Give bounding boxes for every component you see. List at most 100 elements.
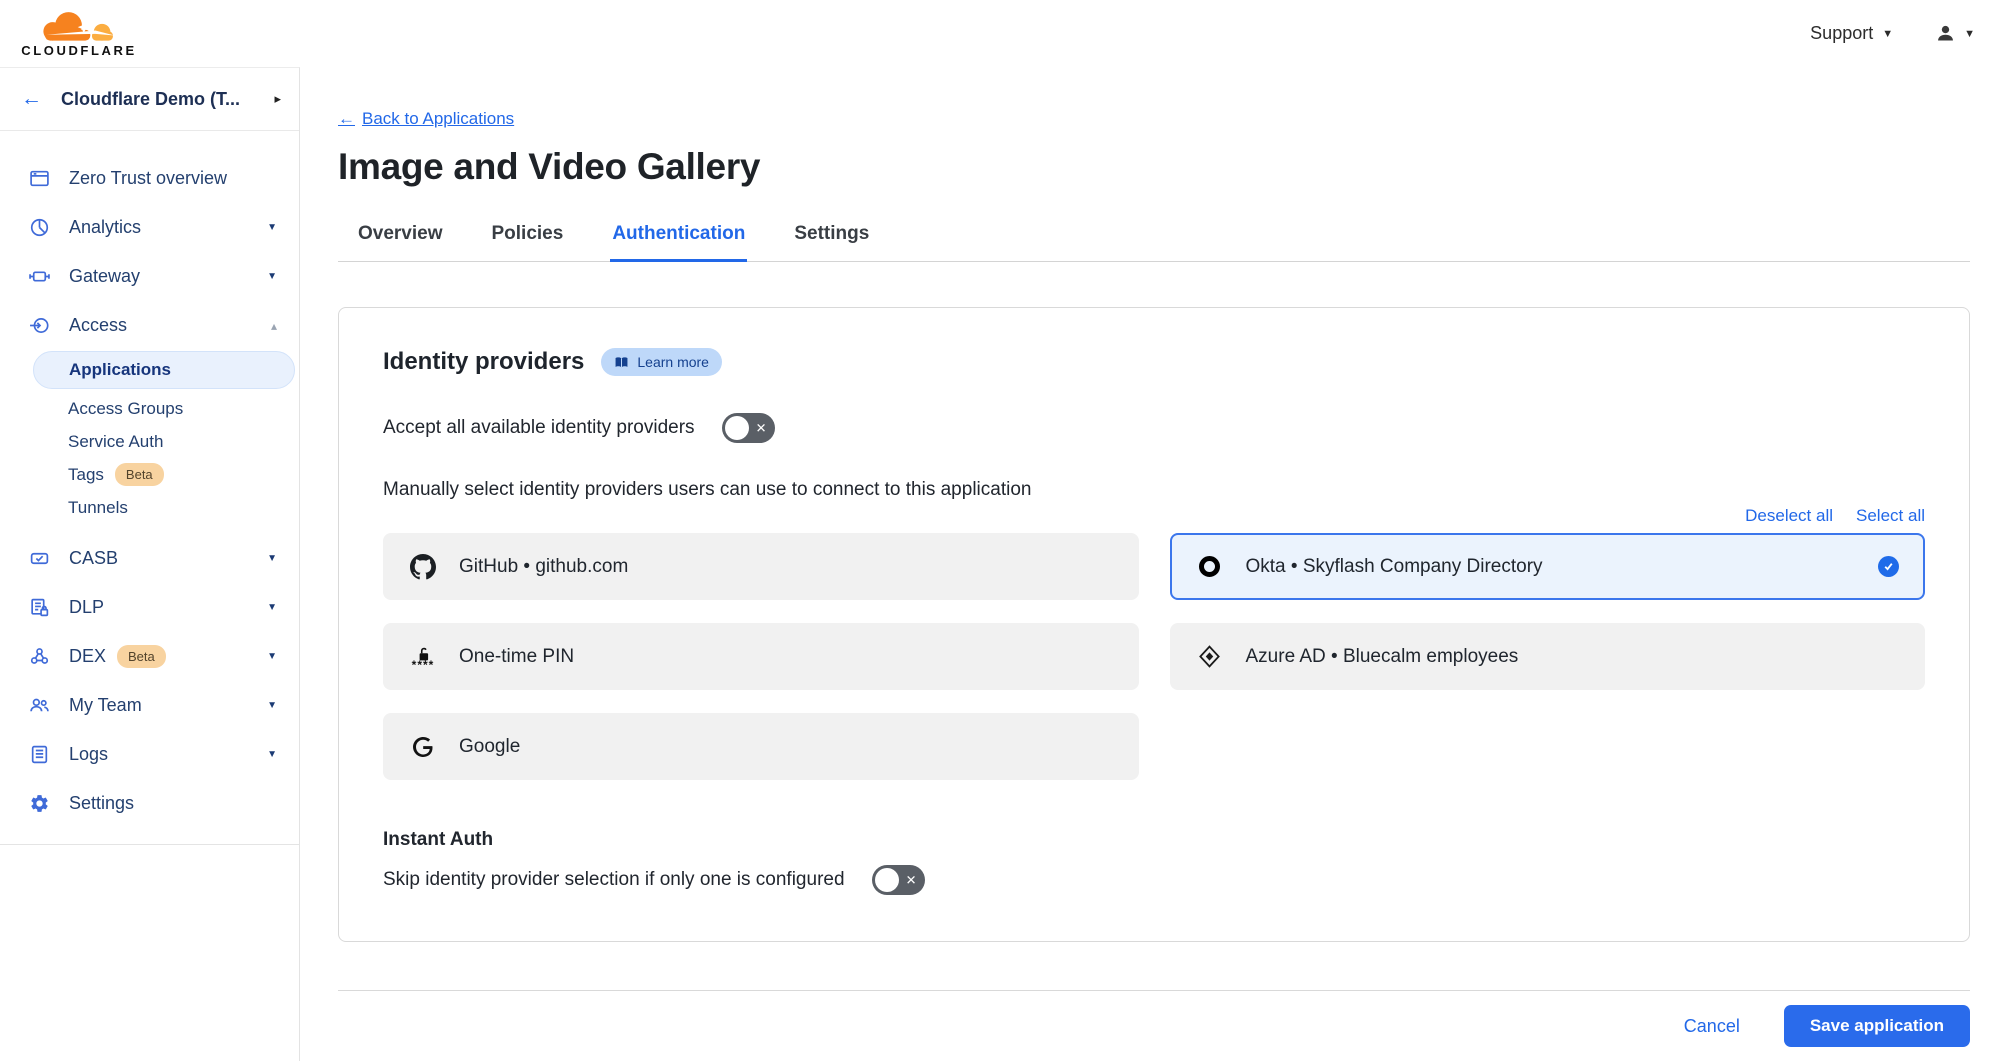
user-menu[interactable]: ▼ (1935, 23, 1975, 44)
select-all-link[interactable]: Select all (1856, 506, 1925, 526)
sidebar-item-label: Applications (69, 351, 171, 389)
sidebar-item-tags[interactable]: Tags Beta (0, 458, 299, 491)
back-to-applications-link[interactable]: ← Back to Applications (338, 109, 514, 129)
beta-badge: Beta (115, 463, 164, 486)
sidebar-item-label: DLP (69, 597, 267, 618)
tab-policies[interactable]: Policies (490, 215, 566, 262)
selection-links: Deselect all Select all (383, 506, 1925, 526)
tab-settings[interactable]: Settings (792, 215, 871, 262)
sidebar-item-tunnels[interactable]: Tunnels (0, 491, 299, 524)
toggle-knob (875, 868, 899, 892)
back-link-label: Back to Applications (362, 109, 514, 129)
sidebar-item-casb[interactable]: CASB ▼ (0, 534, 299, 583)
identity-providers-card: Identity providers Learn more Accept all… (338, 307, 1970, 942)
toggle-off-x-icon: ✕ (756, 422, 767, 435)
sidebar-item-gateway[interactable]: Gateway ▼ (0, 252, 299, 301)
sidebar-item-settings[interactable]: Settings (0, 779, 299, 828)
provider-tile-github[interactable]: GitHub • github.com (383, 533, 1139, 600)
one-time-pin-icon: **** (409, 646, 437, 668)
instant-auth-row: Skip identity provider selection if only… (383, 865, 1925, 895)
provider-label: Okta • Skyflash Company Directory (1246, 556, 1543, 578)
accept-all-toggle[interactable]: ✕ (722, 413, 775, 443)
support-label: Support (1810, 23, 1873, 44)
topbar: CLOUDFLARE Support ▼ ▼ (0, 0, 1999, 67)
sidebar-item-zero-trust-overview[interactable]: Zero Trust overview (0, 154, 299, 203)
dex-icon (28, 646, 51, 667)
sidebar-item-logs[interactable]: Logs ▼ (0, 730, 299, 779)
okta-icon (1196, 556, 1224, 577)
sidebar-item-label: Access Groups (68, 392, 183, 425)
sidebar-account-header: ← Cloudflare Demo (T... ▸ (0, 68, 299, 131)
sidebar-divider (0, 844, 299, 845)
sidebar-item-label: Gateway (69, 266, 267, 287)
action-footer: Cancel Save application (338, 990, 1970, 1047)
page-title: Image and Video Gallery (338, 146, 1970, 188)
chevron-right-icon[interactable]: ▸ (274, 91, 281, 107)
pin-stars: **** (412, 662, 435, 668)
beta-badge: Beta (117, 645, 166, 668)
sidebar-item-label: Service Auth (68, 425, 163, 458)
sidebar-item-label: CASB (69, 548, 267, 569)
sidebar-item-label: Logs (69, 744, 267, 765)
support-menu[interactable]: Support ▼ (1810, 23, 1893, 44)
sidebar-nav: Zero Trust overview Analytics ▼ Gateway (0, 131, 299, 845)
overview-icon (28, 168, 51, 189)
sidebar-item-my-team[interactable]: My Team ▼ (0, 681, 299, 730)
caret-down-icon: ▼ (267, 602, 277, 613)
deselect-all-link[interactable]: Deselect all (1745, 506, 1833, 526)
cancel-button[interactable]: Cancel (1684, 1016, 1740, 1037)
google-icon (409, 735, 437, 759)
learn-more-label: Learn more (637, 354, 709, 370)
caret-down-icon: ▼ (267, 651, 277, 662)
github-icon (409, 554, 437, 580)
tab-authentication[interactable]: Authentication (610, 215, 747, 262)
sidebar-item-service-auth[interactable]: Service Auth (0, 425, 299, 458)
learn-more-badge[interactable]: Learn more (601, 348, 722, 376)
sidebar-item-label: My Team (69, 695, 267, 716)
toggle-knob (725, 416, 749, 440)
back-arrow-icon[interactable]: ← (21, 87, 42, 111)
caret-down-icon: ▼ (267, 553, 277, 564)
sidebar-item-access[interactable]: Access ▴ (0, 301, 299, 350)
accept-all-row: Accept all available identity providers … (383, 413, 1925, 443)
provider-label: Azure AD • Bluecalm employees (1246, 646, 1519, 668)
caret-down-icon: ▼ (1964, 28, 1975, 40)
sidebar-item-analytics[interactable]: Analytics ▼ (0, 203, 299, 252)
provider-tile-one-time-pin[interactable]: **** One-time PIN (383, 623, 1139, 690)
sidebar-item-text: DEX (69, 646, 106, 667)
provider-tile-okta[interactable]: Okta • Skyflash Company Directory (1170, 533, 1926, 600)
card-heading-row: Identity providers Learn more (383, 348, 1925, 376)
sidebar-item-label: Tunnels (68, 491, 128, 524)
provider-grid: GitHub • github.com Okta • Skyflash Comp… (383, 533, 1925, 780)
sidebar-item-access-groups[interactable]: Access Groups (0, 392, 299, 425)
provider-label: One-time PIN (459, 646, 574, 668)
sidebar-item-applications[interactable]: Applications (33, 351, 295, 389)
caret-down-icon: ▼ (267, 749, 277, 760)
gateway-icon (28, 266, 51, 287)
azure-ad-icon (1196, 644, 1224, 669)
provider-tile-azure-ad[interactable]: Azure AD • Bluecalm employees (1170, 623, 1926, 690)
save-application-button[interactable]: Save application (1784, 1005, 1970, 1047)
sidebar-item-label: DEX Beta (69, 645, 267, 668)
logs-icon (28, 744, 51, 765)
provider-tile-google[interactable]: Google (383, 713, 1139, 780)
access-sub-list: Applications Access Groups Service Auth … (0, 351, 299, 524)
dlp-icon (28, 597, 51, 618)
toggle-off-x-icon: ✕ (906, 874, 917, 887)
back-arrow-icon: ← (338, 109, 355, 129)
account-name[interactable]: Cloudflare Demo (T... (61, 89, 274, 110)
gear-icon (28, 793, 51, 814)
sidebar: ← Cloudflare Demo (T... ▸ Zero Trust ove… (0, 67, 300, 1061)
casb-icon (28, 548, 51, 569)
tab-overview[interactable]: Overview (356, 215, 445, 262)
card-heading: Identity providers (383, 348, 584, 376)
caret-down-icon: ▼ (267, 271, 277, 282)
instant-auth-toggle[interactable]: ✕ (872, 865, 925, 895)
provider-label: Google (459, 736, 520, 758)
provider-label: GitHub • github.com (459, 556, 628, 578)
user-icon (1935, 23, 1956, 44)
cloudflare-logo[interactable]: CLOUDFLARE (14, 9, 144, 58)
sidebar-item-dex[interactable]: DEX Beta ▼ (0, 632, 299, 681)
sidebar-item-dlp[interactable]: DLP ▼ (0, 583, 299, 632)
caret-down-icon: ▼ (1882, 28, 1893, 40)
